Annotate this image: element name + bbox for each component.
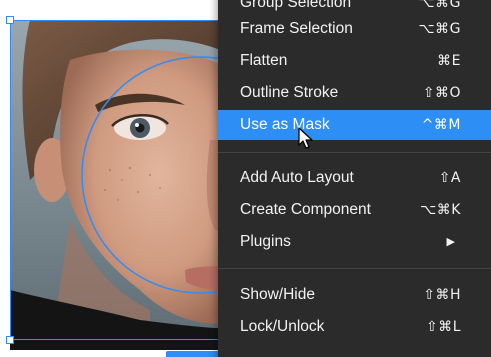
menu-item-shortcut: ⌥⌘G	[418, 21, 461, 37]
menu-item-label: Flatten	[240, 52, 288, 69]
context-menu: Group Selection ⌥⌘G Frame Selection ⌥⌘G …	[218, 0, 491, 357]
selection-size-badge	[166, 351, 226, 357]
resize-handle-top-left[interactable]	[6, 16, 14, 24]
menu-item-label: Add Auto Layout	[240, 169, 354, 186]
menu-item-frame-selection[interactable]: Frame Selection ⌥⌘G	[218, 14, 491, 44]
menu-item-plugins[interactable]: Plugins ▶	[218, 227, 491, 257]
pointer-arrow-icon	[298, 127, 313, 149]
menu-item-label: Create Component	[240, 201, 371, 218]
menu-item-label: Outline Stroke	[240, 84, 339, 101]
menu-separator	[218, 268, 491, 269]
triangle-right-icon: ▶	[446, 236, 455, 248]
menu-item-shortcut: ^⌘M	[421, 117, 461, 133]
resize-handle-bottom-left[interactable]	[6, 336, 14, 344]
menu-separator	[218, 152, 491, 153]
menu-item-shortcut: ⌥⌘K	[420, 202, 461, 218]
menu-item-label: Plugins	[240, 233, 291, 250]
menu-item-shortcut: ⇧⌘H	[423, 287, 461, 303]
menu-item-label: Show/Hide	[240, 286, 315, 303]
menu-item-flatten[interactable]: Flatten ⌘E	[218, 46, 491, 76]
menu-item-shortcut: ⇧A	[438, 170, 461, 186]
menu-item-shortcut: ⇧⌘O	[422, 85, 461, 101]
menu-item-label: Frame Selection	[240, 20, 353, 37]
menu-item-shortcut: ⌘E	[437, 53, 461, 69]
menu-item-label: Use as Mask	[240, 116, 330, 133]
menu-item-outline-stroke[interactable]: Outline Stroke ⇧⌘O	[218, 78, 491, 108]
menu-item-show-hide[interactable]: Show/Hide ⇧⌘H	[218, 280, 491, 310]
figma-canvas[interactable]: Group Selection ⌥⌘G Frame Selection ⌥⌘G …	[0, 0, 491, 357]
menu-item-lock-unlock[interactable]: Lock/Unlock ⇧⌘L	[218, 312, 491, 342]
menu-item-add-auto-layout[interactable]: Add Auto Layout ⇧A	[218, 163, 491, 193]
menu-item-use-as-mask[interactable]: Use as Mask ^⌘M	[218, 110, 491, 140]
menu-item-shortcut: ⇧⌘L	[425, 319, 461, 335]
menu-item-label: Lock/Unlock	[240, 318, 325, 335]
menu-item-create-component[interactable]: Create Component ⌥⌘K	[218, 195, 491, 225]
